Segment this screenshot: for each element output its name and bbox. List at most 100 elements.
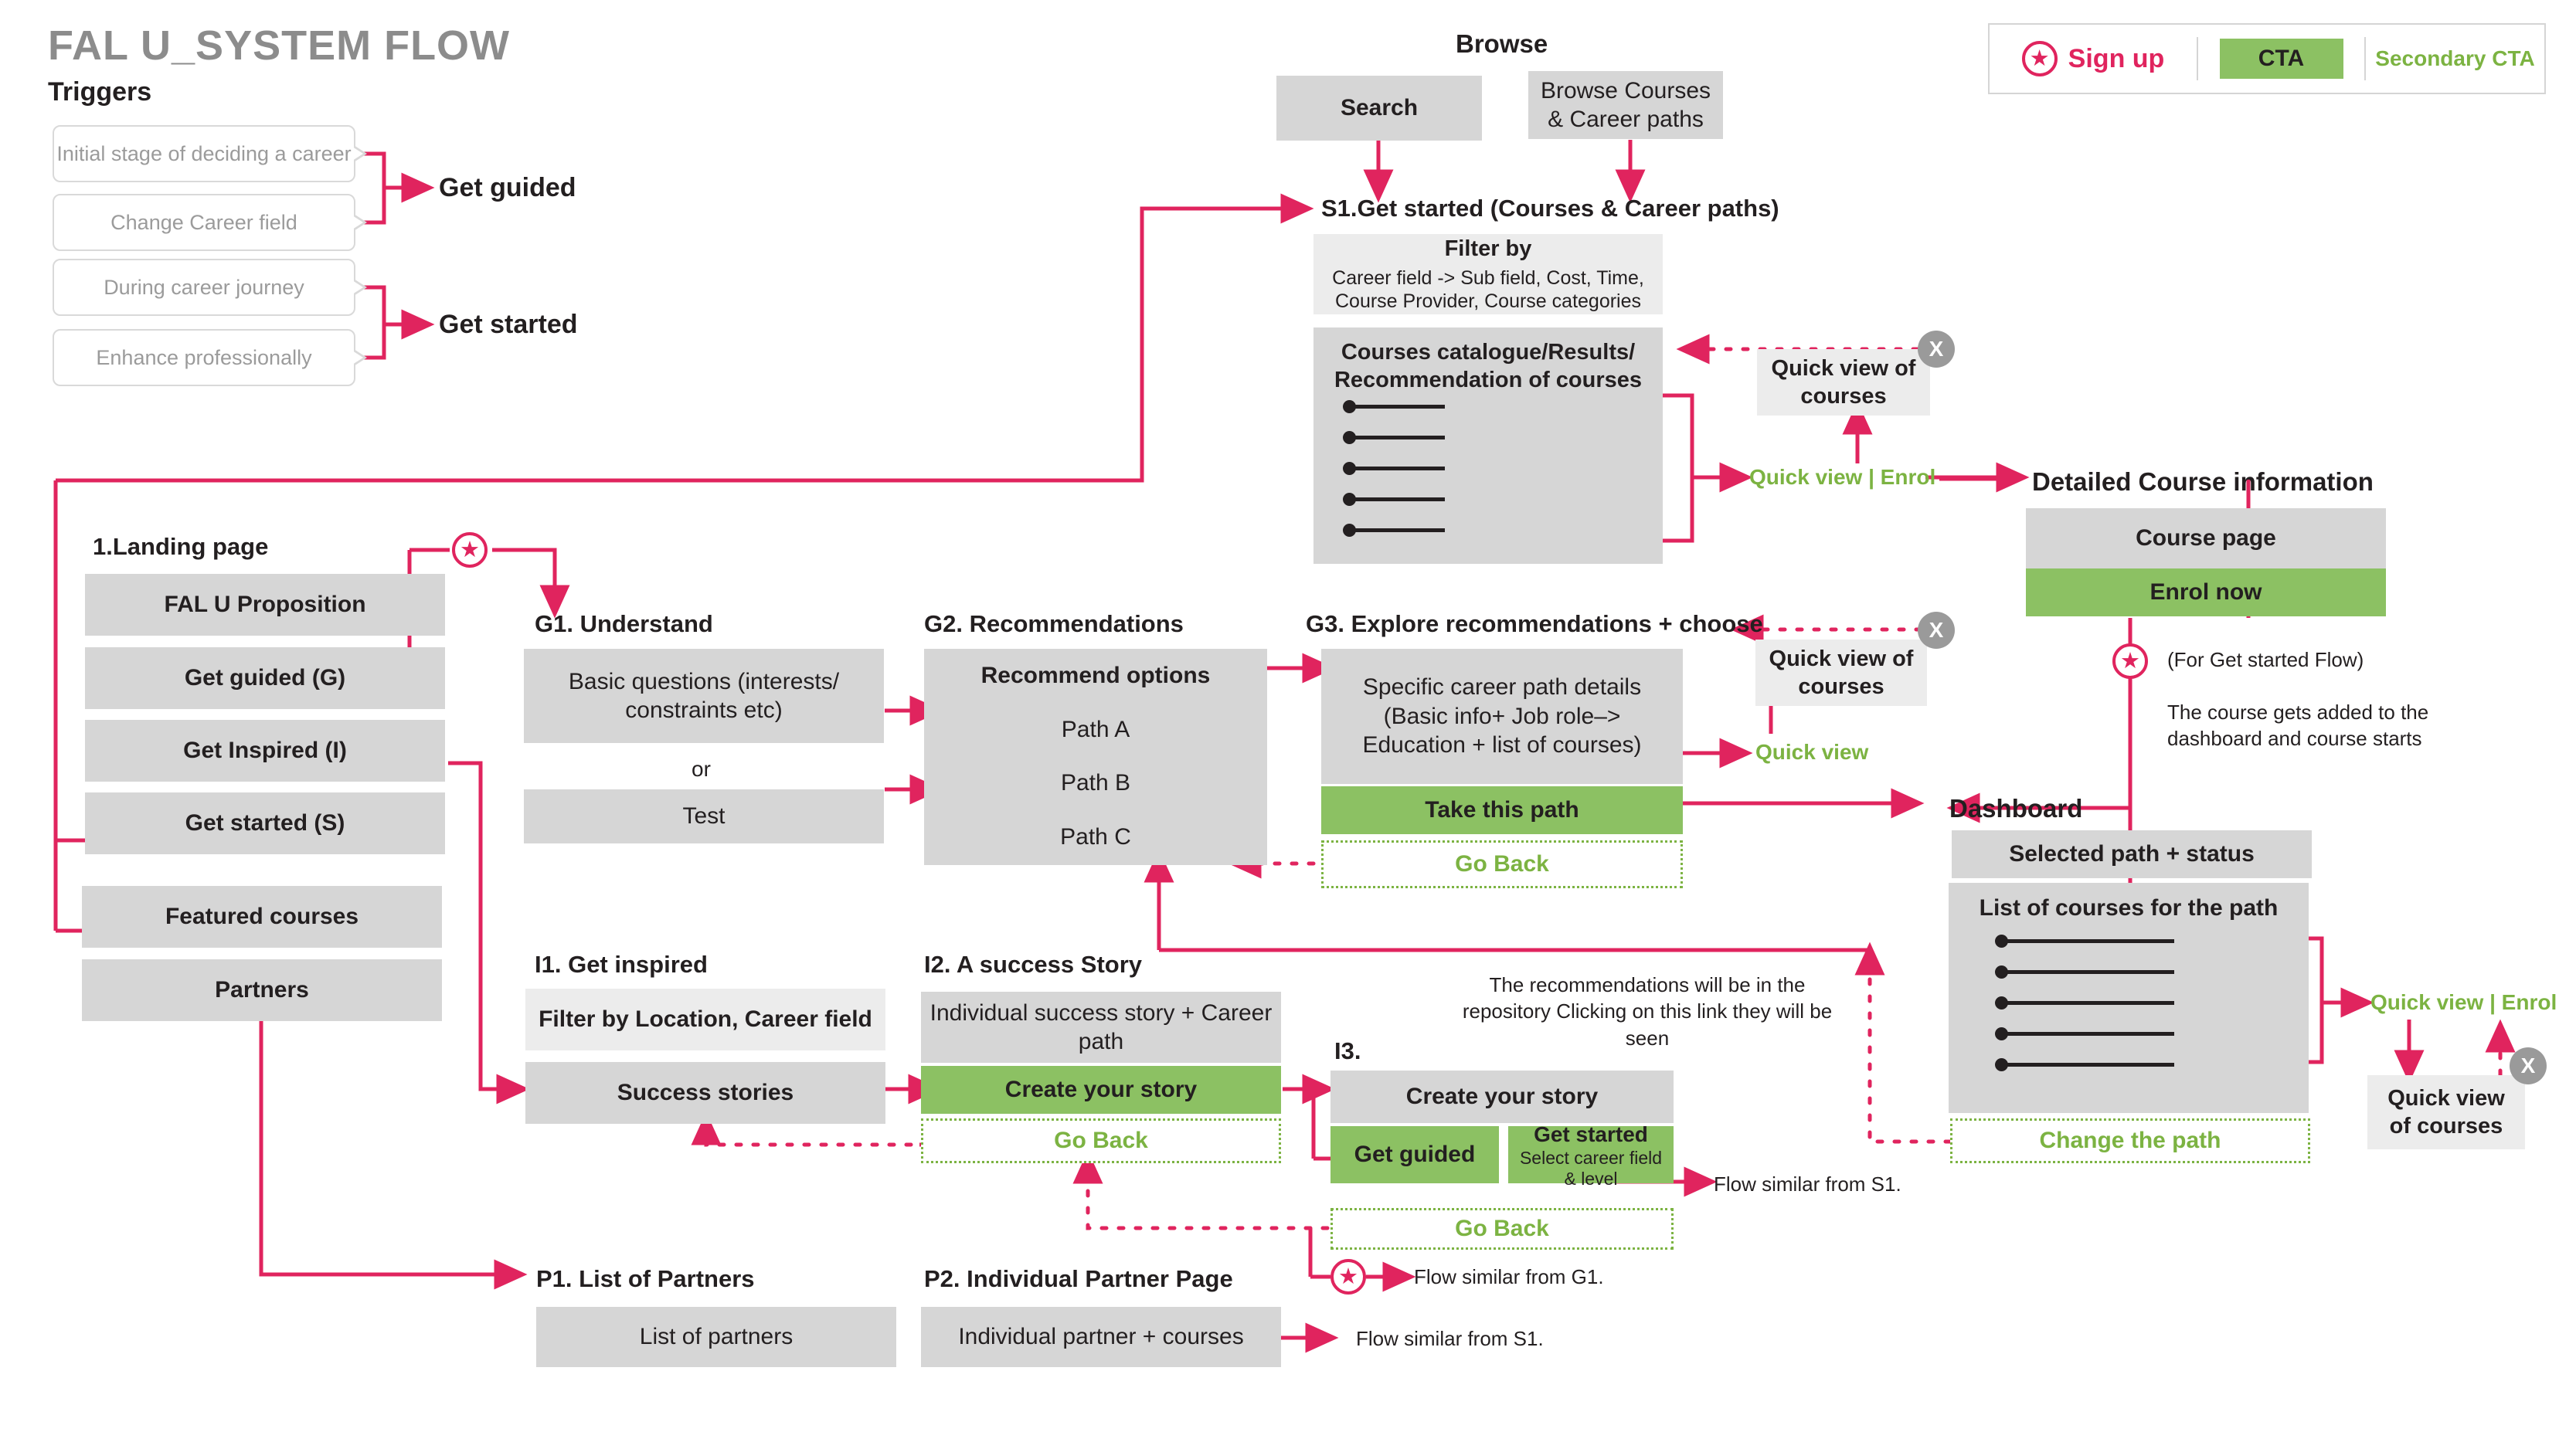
- g1-or-label: or: [692, 757, 711, 781]
- filter-heading: Filter by: [1444, 236, 1532, 262]
- g3-title: G3. Explore recommendations + choose: [1306, 610, 1763, 637]
- g1-test-box[interactable]: Test: [524, 789, 884, 843]
- legend-signup-label: Sign up: [2068, 43, 2165, 73]
- landing-item-featured-courses[interactable]: Featured courses: [82, 886, 442, 948]
- legend-signup: Sign up: [1990, 25, 2197, 93]
- list-item: [1995, 965, 2174, 979]
- star-icon: [2021, 41, 2058, 76]
- p1-list-box[interactable]: List of partners: [536, 1307, 896, 1367]
- list-item: [1343, 524, 1445, 537]
- trigger-label: Enhance professionally: [96, 345, 312, 369]
- detailed-course-flow-note: (For Get started Flow): [2167, 648, 2364, 671]
- landing-item-proposition[interactable]: FAL U Proposition: [85, 574, 445, 636]
- star-icon-enrol: [2112, 643, 2148, 679]
- g3-quick-view-link[interactable]: Quick view: [1755, 740, 1868, 765]
- legend-bar: Sign up CTA Secondary CTA: [1988, 23, 2546, 94]
- g2-path-a[interactable]: Path A: [1062, 715, 1130, 745]
- page-title: FAL U_SYSTEM FLOW: [48, 22, 511, 69]
- i1-filter-box[interactable]: Filter by Location, Career field: [525, 989, 885, 1050]
- trigger-pill-2[interactable]: Change Career field: [53, 194, 367, 251]
- list-item: [1995, 935, 2174, 948]
- i3-title: I3.: [1334, 1037, 1361, 1064]
- trigger-outcome-get-started: Get started: [439, 310, 578, 339]
- i3-get-guided-button[interactable]: Get guided: [1330, 1126, 1499, 1183]
- i1-title: I1. Get inspired: [535, 951, 708, 978]
- p2-flow-note: Flow similar from S1.: [1356, 1327, 1544, 1350]
- g3-quick-view-panel[interactable]: Quick view of courses: [1755, 640, 1927, 706]
- legend-cta: CTA: [2198, 25, 2364, 93]
- dashboard-quick-view-panel[interactable]: Quick view of courses: [2367, 1075, 2525, 1149]
- s1-links[interactable]: Quick view | Enrol: [1749, 465, 1935, 490]
- g2-path-c[interactable]: Path C: [1060, 823, 1131, 852]
- g2-path-b[interactable]: Path B: [1061, 769, 1130, 798]
- i3-get-started-sub: Select career field & level: [1519, 1148, 1663, 1189]
- browse-courses-box[interactable]: Browse Courses & Career paths: [1528, 71, 1723, 139]
- list-item: [1995, 996, 2174, 1010]
- filter-body: Career field -> Sub field, Cost, Time, C…: [1332, 266, 1644, 313]
- detailed-course-title: Detailed Course information: [2032, 467, 2374, 496]
- g3-repository-note: The recommendations will be in the repos…: [1462, 973, 1833, 1050]
- enrol-now-button[interactable]: Enrol now: [2026, 568, 2386, 616]
- quick-view-panel-label: Quick view of courses: [2387, 1085, 2505, 1138]
- i3-go-back-button[interactable]: Go Back: [1330, 1208, 1674, 1250]
- i3-create-story-box[interactable]: Create your story: [1330, 1071, 1674, 1123]
- close-icon[interactable]: X: [1918, 612, 1955, 649]
- close-icon[interactable]: X: [1918, 331, 1955, 368]
- landing-item-get-guided[interactable]: Get guided (G): [85, 647, 445, 709]
- list-item: [1343, 462, 1445, 475]
- dashboard-change-path-button[interactable]: Change the path: [1950, 1118, 2310, 1163]
- g1-title: G1. Understand: [535, 610, 713, 637]
- p2-partner-box[interactable]: Individual partner + courses: [921, 1307, 1281, 1367]
- close-icon[interactable]: X: [2510, 1047, 2547, 1084]
- dashboard-course-rows: [1995, 935, 2174, 1071]
- trigger-outcome-get-guided: Get guided: [439, 173, 576, 202]
- i3-get-started-button[interactable]: Get started Select career field & level: [1508, 1122, 1674, 1189]
- flow-note-from-g1: Flow similar from G1.: [1414, 1265, 1604, 1288]
- trigger-label: Change Career field: [110, 210, 297, 234]
- cta-swatch: CTA: [2219, 39, 2343, 79]
- i2-title: I2. A success Story: [924, 951, 1143, 978]
- landing-item-partners[interactable]: Partners: [82, 959, 442, 1021]
- trigger-pill-3[interactable]: During career journey: [53, 259, 367, 316]
- trigger-pill-4[interactable]: Enhance professionally: [53, 329, 367, 386]
- flow-diagram-canvas: FAL U_SYSTEM FLOW Triggers Sign up CTA S…: [0, 0, 2576, 1449]
- legend-secondary-cta: Secondary CTA: [2366, 25, 2544, 93]
- course-page-box[interactable]: Course page: [2026, 508, 2386, 568]
- g3-details-box[interactable]: Specific career path details (Basic info…: [1321, 649, 1683, 784]
- dashboard-list-heading: List of courses for the path: [1979, 895, 2279, 921]
- i2-create-story-button[interactable]: Create your story: [921, 1066, 1281, 1114]
- landing-item-get-started[interactable]: Get started (S): [85, 792, 445, 854]
- g2-box[interactable]: Recommend options Path A Path B Path C: [924, 649, 1267, 865]
- i3-get-started-title: Get started: [1534, 1122, 1648, 1147]
- s1-filter-box[interactable]: Filter by Career field -> Sub field, Cos…: [1313, 234, 1663, 314]
- trigger-label: Initial stage of deciding a career: [56, 141, 352, 165]
- quick-view-panel-label: Quick view of courses: [1771, 355, 1916, 409]
- i1-success-stories-box[interactable]: Success stories: [525, 1062, 885, 1124]
- star-icon-i3: [1330, 1259, 1366, 1295]
- search-box[interactable]: Search: [1276, 76, 1482, 141]
- i2-go-back-button[interactable]: Go Back: [921, 1118, 1281, 1163]
- trigger-label: During career journey: [104, 275, 304, 299]
- s1-quick-view-panel[interactable]: Quick view of courses: [1757, 349, 1930, 416]
- g3-go-back-button[interactable]: Go Back: [1321, 840, 1683, 888]
- catalogue-heading: Courses catalogue/Results/ Recommendatio…: [1334, 340, 1643, 393]
- landing-item-get-inspired[interactable]: Get Inspired (I): [85, 720, 445, 782]
- trigger-pill-1[interactable]: Initial stage of deciding a career: [53, 125, 367, 182]
- p1-title: P1. List of Partners: [536, 1265, 755, 1292]
- p2-title: P2. Individual Partner Page: [924, 1265, 1233, 1292]
- list-item: [1343, 431, 1445, 444]
- dashboard-links[interactable]: Quick view | Enrol: [2370, 990, 2557, 1015]
- detailed-course-description: The course gets added to the dashboard a…: [2167, 701, 2429, 751]
- i3-flow-note: Flow similar from S1.: [1714, 1172, 1901, 1196]
- s1-catalogue-rows: [1343, 400, 1445, 537]
- star-icon-landing: [452, 532, 488, 568]
- g1-primary-box[interactable]: Basic questions (interests/ constraints …: [524, 649, 884, 743]
- dashboard-selected-path[interactable]: Selected path + status: [1952, 830, 2312, 878]
- browse-heading: Browse: [1456, 29, 1548, 58]
- g3-take-path-button[interactable]: Take this path: [1321, 786, 1683, 834]
- list-item: [1995, 1027, 2174, 1040]
- g2-title: G2. Recommendations: [924, 610, 1184, 637]
- s1-title: S1.Get started (Courses & Career paths): [1321, 195, 1779, 222]
- i2-story-box[interactable]: Individual success story + Career path: [921, 992, 1281, 1063]
- dashboard-title: Dashboard: [1949, 794, 2083, 823]
